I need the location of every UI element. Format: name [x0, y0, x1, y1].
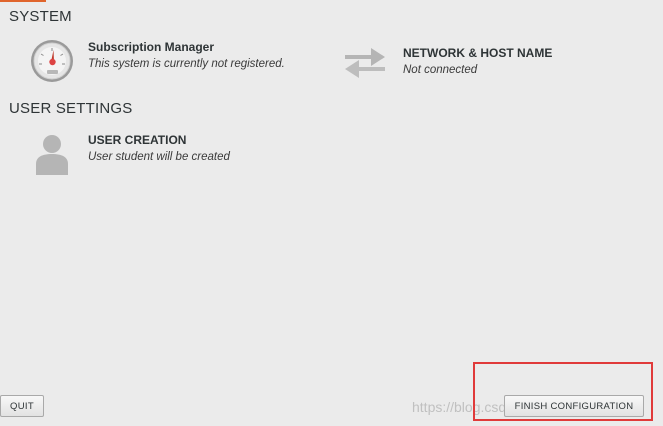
highlight-box: [473, 362, 653, 421]
user-creation-title: USER CREATION: [88, 133, 187, 147]
user-settings-section-title: USER SETTINGS: [9, 100, 133, 117]
network-host-name-status: Not connected: [403, 64, 478, 76]
network-host-name-title: NETWORK & HOST NAME: [403, 46, 553, 60]
subscription-manager-spoke[interactable]: Subscription Manager This system is curr…: [28, 37, 285, 85]
gauge-icon: [28, 37, 76, 85]
user-icon: [28, 130, 76, 178]
network-arrows-icon: [341, 37, 389, 85]
network-host-name-spoke[interactable]: NETWORK & HOST NAME Not connected: [341, 37, 552, 85]
system-section-title: SYSTEM: [9, 8, 72, 25]
user-creation-status: User student will be created: [88, 151, 230, 163]
user-creation-spoke[interactable]: USER CREATION User student will be creat…: [28, 130, 230, 178]
subscription-manager-title: Subscription Manager: [88, 40, 215, 54]
quit-button[interactable]: QUIT: [0, 395, 44, 417]
subscription-manager-status: This system is currently not registered.: [88, 58, 285, 70]
accent-strip: [0, 0, 46, 2]
